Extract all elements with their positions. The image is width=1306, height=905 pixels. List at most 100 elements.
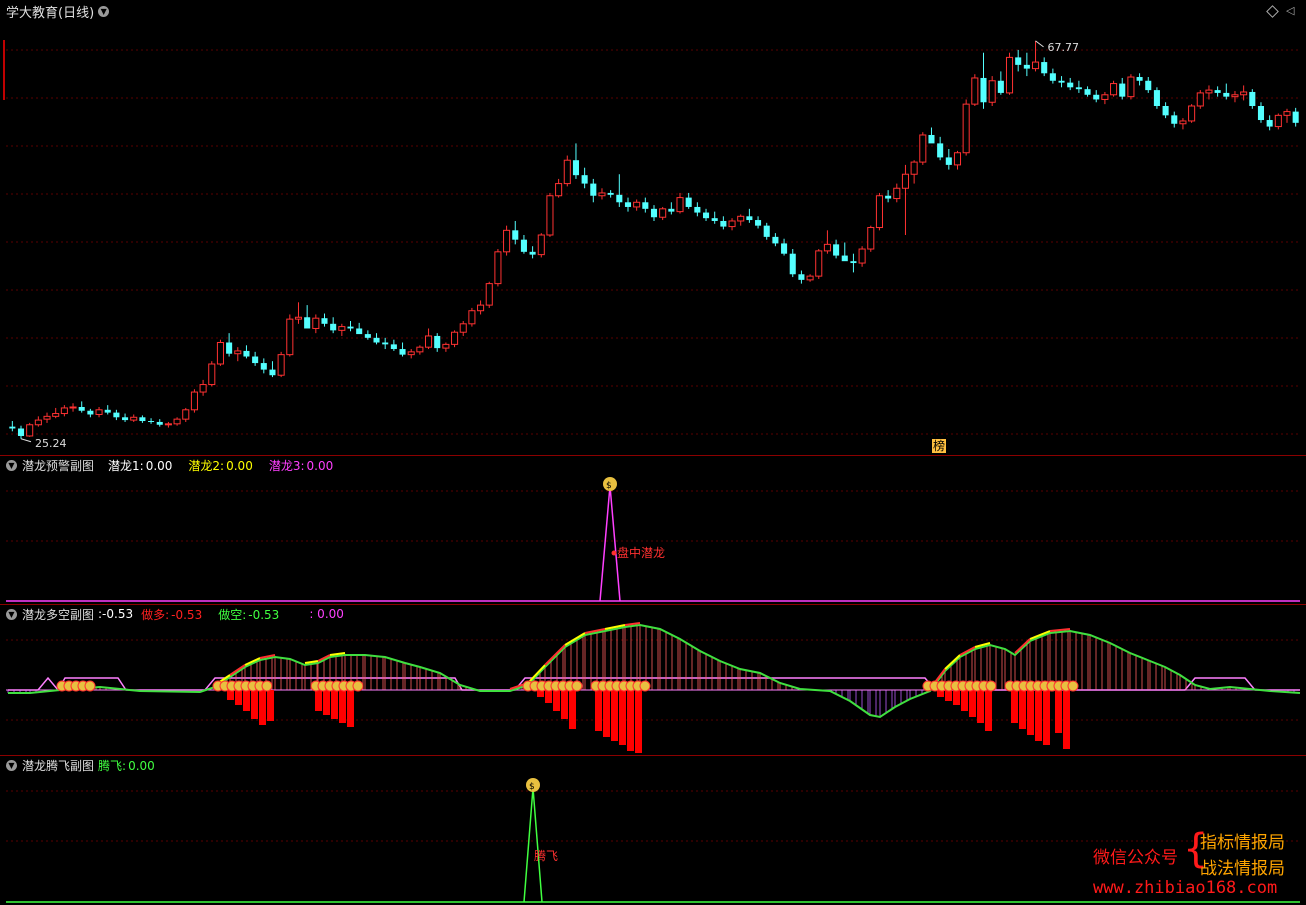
bar <box>611 690 618 741</box>
bar <box>635 690 642 753</box>
candle-body <box>468 310 476 325</box>
candle-body <box>529 251 536 255</box>
candle-body <box>798 274 805 280</box>
candle-body <box>1188 105 1196 122</box>
candle <box>1049 68 1056 84</box>
candle <box>962 99 970 156</box>
candle-body <box>702 212 710 219</box>
watermark-name1: 指标情报局 <box>1200 833 1285 853</box>
candle-body <box>1171 115 1178 124</box>
candle <box>43 412 51 423</box>
candle <box>1274 113 1282 130</box>
high-label: 67.77 <box>1048 41 1080 54</box>
candle <box>1127 74 1135 100</box>
candle <box>1205 85 1213 100</box>
money-bag-glyph: $ <box>606 481 612 491</box>
candle-body <box>833 244 840 256</box>
sub2-chart <box>6 622 1301 753</box>
candle <box>390 339 397 351</box>
candle-body <box>148 421 155 423</box>
candle <box>425 328 433 350</box>
candle <box>685 192 692 209</box>
candle-body <box>659 208 667 218</box>
candle <box>919 132 927 165</box>
bar <box>569 690 576 729</box>
candle <box>277 351 285 378</box>
main-chart-pane[interactable]: 学大教育(日线) ▼ ◁ 67.77 25.24 榜 <box>0 0 1306 455</box>
candle <box>347 321 354 332</box>
candle-body <box>910 161 918 175</box>
candle-body <box>277 354 285 376</box>
candle-body <box>1041 62 1048 74</box>
candle <box>312 314 320 334</box>
candle <box>52 407 60 419</box>
candle-body <box>919 134 927 163</box>
candle <box>1249 89 1256 109</box>
candle-body <box>875 195 883 229</box>
candle <box>321 313 328 327</box>
candle-body <box>1015 57 1022 65</box>
candle-body <box>1136 77 1143 81</box>
candle-body <box>563 159 571 185</box>
candle-body <box>252 356 259 364</box>
candle-body <box>1179 120 1187 125</box>
candle-body <box>1005 56 1014 94</box>
candle <box>477 300 485 315</box>
candle-body <box>1223 92 1230 97</box>
candle <box>581 167 588 189</box>
bar <box>1063 690 1070 749</box>
candle <box>364 330 371 340</box>
candle-body <box>937 143 944 158</box>
candle <box>928 127 935 144</box>
coin-marker <box>571 680 583 692</box>
long-dash <box>564 632 586 646</box>
candle <box>451 330 459 348</box>
candle-body <box>572 160 579 176</box>
candle-body <box>182 409 190 420</box>
candle <box>971 74 979 106</box>
candle <box>190 389 198 413</box>
candle-body <box>858 248 866 264</box>
candle-body <box>1274 114 1282 128</box>
sub-chart-2[interactable]: ▼ 潜龙多空副图 :-0.53 做多: -0.53 做空: -0.53 : 0.00 <box>0 605 1306 755</box>
candle <box>173 417 181 426</box>
candle-body <box>850 261 857 264</box>
candle <box>1058 76 1065 88</box>
candle-body <box>590 183 597 196</box>
sub-chart-1[interactable]: ▼ 潜龙预警副图 潜龙1: 0.00 潜龙2: 0.00 潜龙3: 0.00 $ 盘中… <box>0 456 1306 604</box>
candle-body <box>1231 94 1239 98</box>
candle <box>148 418 155 424</box>
bar <box>961 690 968 711</box>
sub1-chart: $ 盘中潜龙 <box>6 477 1300 602</box>
coin-marker <box>985 680 997 692</box>
coin-marker <box>84 680 96 692</box>
short-line <box>8 623 1301 719</box>
candle <box>382 337 389 350</box>
candle <box>78 401 85 413</box>
candle <box>529 246 536 259</box>
candle-body <box>1214 90 1221 93</box>
candle-body <box>382 342 389 345</box>
candle <box>26 422 34 437</box>
candle-body <box>503 229 511 253</box>
candle-body <box>1153 90 1160 106</box>
candle-body <box>485 283 493 306</box>
candlestick-chart[interactable]: 67.77 25.24 <box>0 0 1306 455</box>
candle <box>304 305 311 329</box>
candle-body <box>1023 64 1030 69</box>
candle <box>728 218 736 231</box>
candle <box>1283 108 1291 123</box>
candle-body <box>746 216 753 221</box>
annotation-dot <box>611 550 617 556</box>
candle <box>555 178 563 198</box>
candle <box>875 192 883 231</box>
bar <box>985 690 992 731</box>
candle-body <box>806 275 814 281</box>
bar <box>969 690 976 717</box>
candle-body <box>60 407 68 415</box>
candle-body <box>78 407 85 411</box>
candle <box>95 407 103 418</box>
candle <box>1110 80 1118 97</box>
candle-body <box>755 220 762 226</box>
candle <box>746 208 753 223</box>
